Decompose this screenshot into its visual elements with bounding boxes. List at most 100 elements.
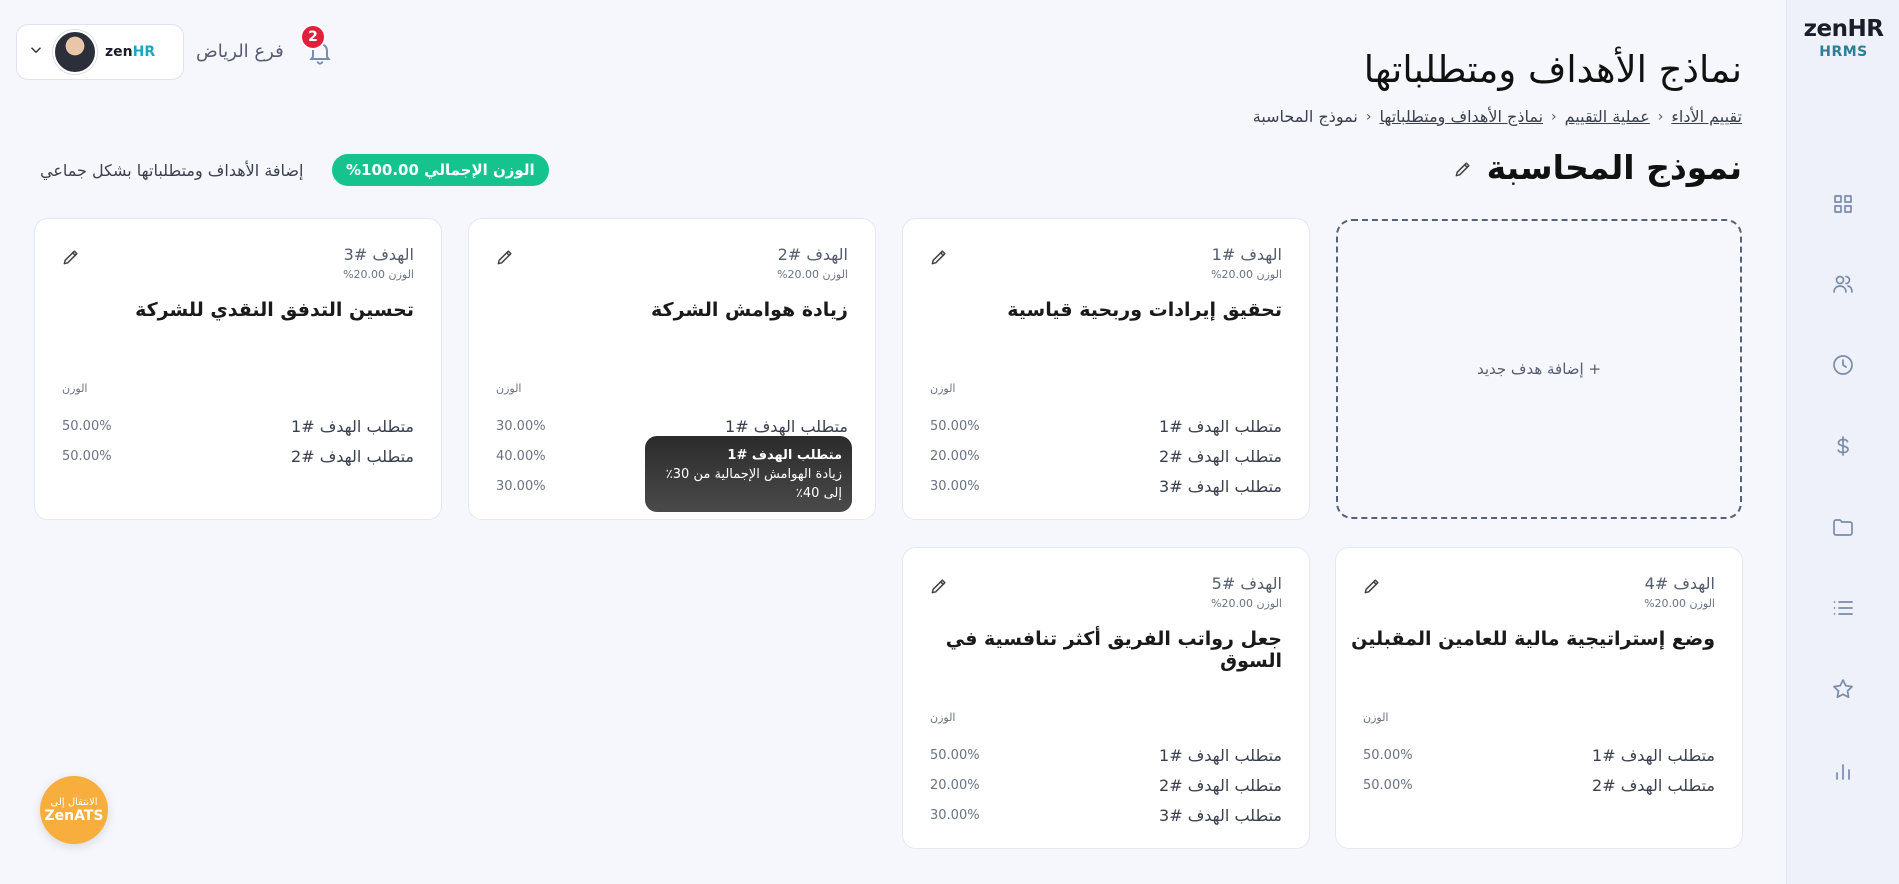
people-icon[interactable]	[1827, 268, 1859, 300]
logo-subtitle: HRMS	[1819, 44, 1868, 60]
dollar-icon[interactable]	[1827, 430, 1859, 462]
requirement-row[interactable]: متطلب الهدف #1 50.00%	[1363, 744, 1715, 766]
breadcrumb: تقييم الأداء ‹ عملية التقييم ‹ نماذج الأ…	[1253, 107, 1742, 126]
tooltip-title: متطلب الهدف #1	[727, 448, 842, 463]
requirement-weight: 50.00%	[62, 418, 112, 434]
bulk-add-link[interactable]: إضافة الأهداف ومتطلباتها بشكل جماعي	[40, 161, 303, 180]
chevron-down-icon[interactable]	[27, 41, 45, 63]
section-title: نموذج المحاسبة	[1453, 148, 1742, 187]
requirement-row[interactable]: متطلب الهدف #2 20.00%	[930, 445, 1282, 467]
goal-title: وضع إستراتيجية مالية للعامين المقبلين	[1351, 628, 1715, 650]
list-icon[interactable]	[1827, 592, 1859, 624]
folder-icon[interactable]	[1827, 511, 1859, 543]
requirement-label: متطلب الهدف #2	[1159, 775, 1282, 795]
total-weight-badge: الوزن الإجمالي 100.00%	[332, 154, 549, 186]
branch-selector[interactable]: فرع الرياض	[196, 41, 284, 62]
breadcrumb-evaluation-process[interactable]: عملية التقييم	[1565, 107, 1650, 126]
notifications-button[interactable]: 2	[300, 24, 336, 68]
requirement-label: متطلب الهدف #3	[1159, 805, 1282, 825]
requirement-label: متطلب الهدف #2	[1159, 446, 1282, 466]
tooltip-line: زيادة الهوامش الإجمالية من 30٪	[665, 467, 842, 482]
requirement-weight: 30.00%	[496, 478, 546, 494]
goal-number: الهدف #3	[343, 245, 414, 264]
breadcrumb-goal-templates[interactable]: نماذج الأهداف ومتطلباتها	[1379, 107, 1543, 126]
goal-weight: الوزن 20.00%	[777, 268, 848, 281]
goal-weight: الوزن 20.00%	[1211, 597, 1282, 610]
dashboard-icon[interactable]	[1827, 188, 1859, 220]
breadcrumb-performance[interactable]: تقييم الأداء	[1671, 107, 1742, 126]
edit-goal-icon[interactable]	[1362, 576, 1382, 600]
requirement-weight: 50.00%	[930, 747, 980, 763]
page-title: نماذج الأهداف ومتطلباتها	[1363, 48, 1742, 91]
requirement-weight: 30.00%	[930, 807, 980, 823]
requirement-row[interactable]: متطلب الهدف #1 50.00%	[930, 415, 1282, 437]
requirement-label: متطلب الهدف #1	[725, 416, 848, 436]
edit-goal-icon[interactable]	[929, 247, 949, 271]
user-menu[interactable]: zenHR	[16, 24, 184, 80]
requirement-weight: 50.00%	[930, 418, 980, 434]
edit-goal-icon[interactable]	[929, 576, 949, 600]
add-goal-card[interactable]: + إضافة هدف جديد	[1336, 219, 1742, 519]
requirement-label: متطلب الهدف #1	[1592, 745, 1715, 765]
requirement-label: متطلب الهدف #3	[1159, 476, 1282, 496]
goal-title: تحسين التدفق النقدي للشركة	[135, 299, 414, 321]
goal-number: الهدف #5	[1211, 574, 1282, 593]
zenats-button[interactable]: الانتقال إلى ZenATS	[40, 776, 108, 844]
company-logo: zenHR	[105, 44, 156, 60]
requirement-label: متطلب الهدف #2	[1592, 775, 1715, 795]
goal-number: الهدف #2	[777, 245, 848, 264]
brand-logo[interactable]: zenHR HRMS	[1787, 16, 1899, 60]
requirement-weight: 40.00%	[496, 448, 546, 464]
zenats-name: ZenATS	[44, 807, 104, 824]
requirement-weight: 20.00%	[930, 448, 980, 464]
star-icon[interactable]	[1827, 673, 1859, 705]
tooltip-line: إلى 40٪	[795, 486, 842, 501]
requirement-row[interactable]: متطلب الهدف #3 30.00%	[930, 804, 1282, 826]
requirement-weight: 30.00%	[930, 478, 980, 494]
goal-weight: الوزن 20.00%	[343, 268, 414, 281]
requirement-row[interactable]: متطلب الهدف #1 30.00%	[496, 415, 848, 437]
logo-text: zenHR	[1803, 16, 1884, 42]
goal-card: الهدف #4 الوزن 20.00% وضع إستراتيجية مالية…	[1335, 547, 1743, 849]
goal-card: الهدف #5 الوزن 20.00% جعل رواتب الفريق أكث…	[902, 547, 1310, 849]
requirement-label: متطلب الهدف #1	[291, 416, 414, 436]
goal-card: الهدف #3 الوزن 20.00% تحسين التدفق النقدي …	[34, 218, 442, 520]
edit-goal-icon[interactable]	[61, 247, 81, 271]
weight-column-header: الوزن	[496, 382, 522, 395]
requirement-row[interactable]: متطلب الهدف #3 30.00%	[930, 475, 1282, 497]
goal-weight: الوزن 20.00%	[1644, 597, 1715, 610]
chevron-left-icon: ‹	[1551, 108, 1557, 125]
requirement-weight: 50.00%	[62, 448, 112, 464]
weight-column-header: الوزن	[62, 382, 88, 395]
bar-chart-icon[interactable]	[1827, 755, 1859, 787]
requirement-weight: 50.00%	[1363, 777, 1413, 793]
zenats-label: الانتقال إلى	[50, 796, 98, 808]
requirement-weight: 30.00%	[496, 418, 546, 434]
edit-template-icon[interactable]	[1453, 148, 1473, 187]
requirement-label: متطلب الهدف #1	[1159, 416, 1282, 436]
weight-column-header: الوزن	[1363, 711, 1389, 724]
goal-number: الهدف #4	[1644, 574, 1715, 593]
requirement-tooltip: متطلب الهدف #1 زيادة الهوامش الإجمالية م…	[645, 436, 852, 512]
avatar	[53, 30, 97, 74]
requirement-row[interactable]: متطلب الهدف #1 50.00%	[930, 744, 1282, 766]
weight-column-header: الوزن	[930, 382, 956, 395]
goal-title: جعل رواتب الفريق أكثر تنافسية في السوق	[945, 628, 1282, 672]
chevron-left-icon: ‹	[1657, 108, 1664, 125]
weight-column-header: الوزن	[930, 711, 956, 724]
edit-goal-icon[interactable]	[495, 247, 515, 271]
requirement-row[interactable]: متطلب الهدف #2 50.00%	[62, 445, 414, 467]
notification-count-badge: 2	[300, 24, 326, 50]
requirement-label: متطلب الهدف #1	[1159, 745, 1282, 765]
goal-title: تحقيق إيرادات وربحية قياسية	[1007, 299, 1282, 321]
goal-card: الهدف #1 الوزن 20.00% تحقيق إيرادات وربحية…	[902, 218, 1310, 520]
goal-title: زيادة هوامش الشركة	[651, 299, 848, 321]
requirement-weight: 20.00%	[930, 777, 980, 793]
goal-number: الهدف #1	[1211, 245, 1282, 264]
requirement-row[interactable]: متطلب الهدف #2 50.00%	[1363, 774, 1715, 796]
breadcrumb-current: نموذج المحاسبة	[1252, 107, 1358, 126]
requirement-row[interactable]: متطلب الهدف #1 50.00%	[62, 415, 414, 437]
requirement-row[interactable]: متطلب الهدف #2 20.00%	[930, 774, 1282, 796]
clock-icon[interactable]	[1827, 349, 1859, 381]
requirement-weight: 50.00%	[1363, 747, 1413, 763]
